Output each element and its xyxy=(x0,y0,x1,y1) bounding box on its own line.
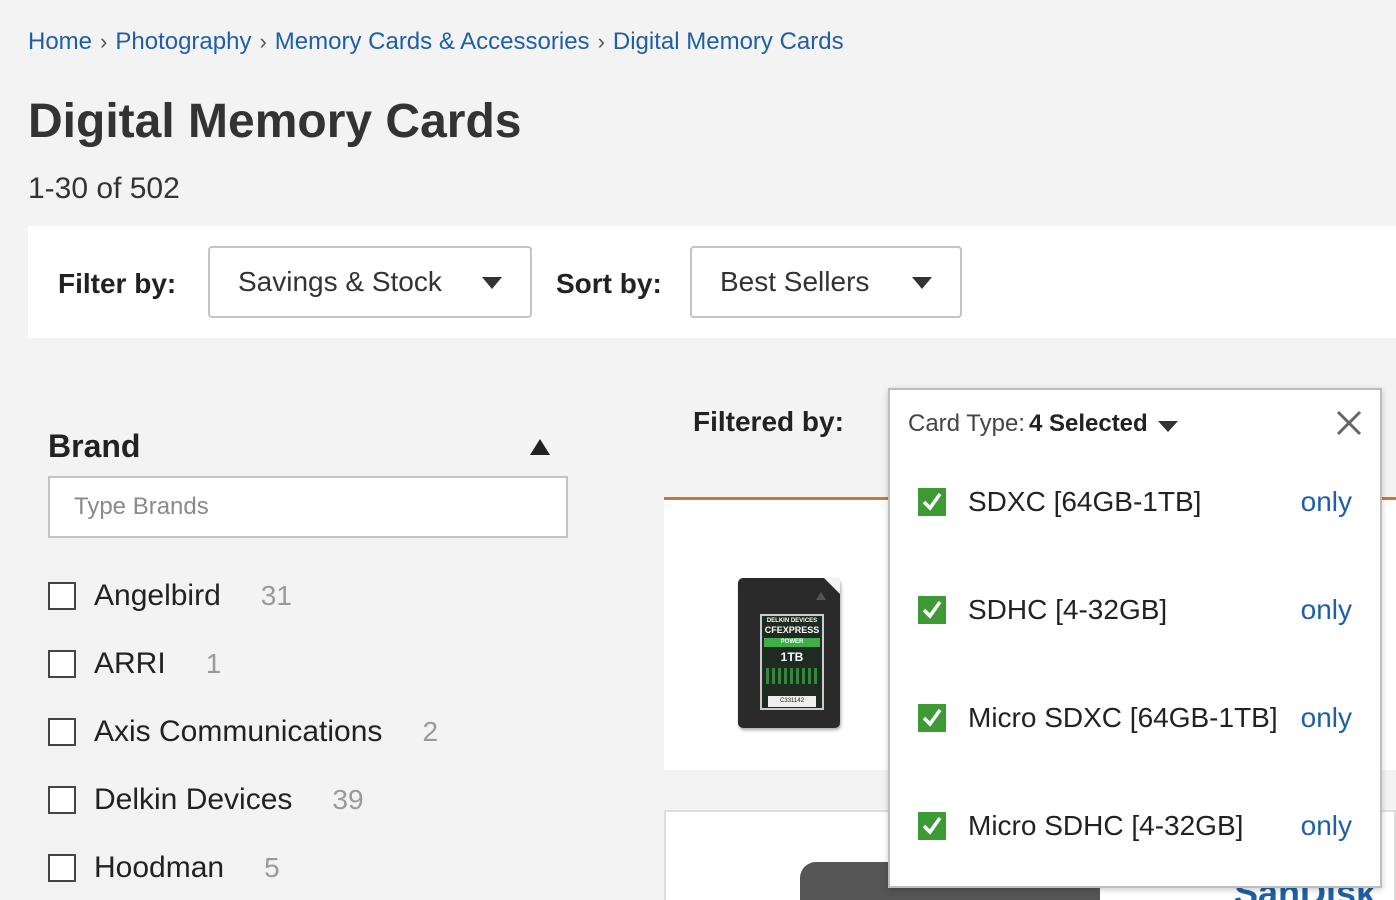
filter-select[interactable]: Savings & Stock xyxy=(208,246,532,318)
brand-filter-arri[interactable]: ARRI 1 xyxy=(48,644,221,684)
option-label[interactable]: SDXC [64GB-1TB] xyxy=(968,486,1201,518)
breadcrumb-memory-cards-accessories[interactable]: Memory Cards & Accessories xyxy=(275,28,590,56)
card-type-dropdown-toggle[interactable]: Card Type: 4 Selected xyxy=(908,410,1178,438)
brand-name: ARRI xyxy=(94,647,166,680)
chevron-down-icon xyxy=(1157,420,1178,432)
brand-search-input[interactable] xyxy=(48,476,568,538)
brand-name: Angelbird xyxy=(94,579,221,612)
card-notch xyxy=(824,578,840,594)
brand-checkbox[interactable] xyxy=(48,582,76,610)
card-type-option-sdxc: SDXC [64GB-1TB] only xyxy=(918,482,1358,522)
only-link[interactable]: only xyxy=(1301,702,1352,734)
card-type-selected-count: 4 Selected xyxy=(1028,410,1148,437)
card-capacity: 1TB xyxy=(780,650,804,664)
card-type-filter-popover: Card Type: 4 Selected SDXC [64GB-1TB] on… xyxy=(888,388,1382,888)
brand-filter-delkin-devices[interactable]: Delkin Devices 39 xyxy=(48,780,364,820)
sort-select[interactable]: Best Sellers xyxy=(690,246,962,318)
option-label[interactable]: SDHC [4-32GB] xyxy=(968,594,1167,626)
brand-checkbox[interactable] xyxy=(48,650,76,678)
page-title: Digital Memory Cards xyxy=(28,95,522,148)
brand-filter-angelbird[interactable]: Angelbird 31 xyxy=(48,576,292,616)
chevron-down-icon xyxy=(912,277,932,289)
only-link[interactable]: only xyxy=(1301,594,1352,626)
breadcrumb-photography[interactable]: Photography xyxy=(115,28,251,56)
brand-filter-hoodman[interactable]: Hoodman 5 xyxy=(48,848,280,888)
brand-checkbox[interactable] xyxy=(48,786,76,814)
card-manufacturer: DELKIN DEVICES xyxy=(766,618,818,624)
collapse-caret-icon[interactable] xyxy=(530,439,550,455)
card-arrow-icon xyxy=(816,592,826,600)
brand-count: 2 xyxy=(422,716,439,747)
card-label: DELKIN DEVICES CFEXPRESS POWER 1TB C3311… xyxy=(760,614,824,710)
brand-name: Hoodman xyxy=(94,851,225,884)
sort-by-label: Sort by: xyxy=(556,268,662,299)
checkbox-checked[interactable] xyxy=(918,488,946,516)
breadcrumb-digital-memory-cards[interactable]: Digital Memory Cards xyxy=(613,28,844,56)
brand-name: Delkin Devices xyxy=(94,783,293,816)
card-type-label: Card Type: xyxy=(908,410,1025,437)
chevron-down-icon xyxy=(482,277,502,289)
card-type-option-micro-sdxc: Micro SDXC [64GB-1TB] only xyxy=(918,698,1358,738)
only-link[interactable]: only xyxy=(1301,810,1352,842)
checkmark-icon xyxy=(922,600,942,619)
option-label[interactable]: Micro SDXC [64GB-1TB] xyxy=(968,702,1278,734)
brand-checkbox[interactable] xyxy=(48,718,76,746)
card-serial: C331142 xyxy=(768,696,816,707)
product-image-cfexpress-card[interactable]: DELKIN DEVICES CFEXPRESS POWER 1TB C3311… xyxy=(738,578,840,728)
breadcrumb: Home › Photography › Memory Cards & Acce… xyxy=(28,28,844,56)
only-link[interactable]: only xyxy=(1301,486,1352,518)
filter-sort-bar: Filter by: Savings & Stock Sort by: Best… xyxy=(28,226,1396,338)
filter-select-value: Savings & Stock xyxy=(238,266,442,297)
breadcrumb-home[interactable]: Home xyxy=(28,28,92,56)
brand-filter-axis-communications[interactable]: Axis Communications 2 xyxy=(48,712,438,752)
option-label[interactable]: Micro SDHC [4-32GB] xyxy=(968,810,1243,842)
breadcrumb-separator: › xyxy=(259,29,267,54)
checkbox-checked[interactable] xyxy=(918,596,946,624)
card-line: POWER xyxy=(764,638,820,647)
breadcrumb-separator: › xyxy=(597,29,605,54)
checkmark-icon xyxy=(922,816,942,835)
brand-checkbox[interactable] xyxy=(48,854,76,882)
filtered-by-label: Filtered by: xyxy=(693,406,844,437)
close-icon[interactable] xyxy=(1334,408,1364,438)
checkbox-checked[interactable] xyxy=(918,704,946,732)
checkmark-icon xyxy=(922,492,942,511)
card-type-option-micro-sdhc: Micro SDHC [4-32GB] only xyxy=(918,806,1358,846)
brand-name: Axis Communications xyxy=(94,715,383,748)
filter-by-label: Filter by: xyxy=(58,268,177,299)
breadcrumb-separator: › xyxy=(100,29,108,54)
checkmark-icon xyxy=(922,708,942,727)
brand-count: 31 xyxy=(260,580,292,611)
card-type-option-sdhc: SDHC [4-32GB] only xyxy=(918,590,1358,630)
checkbox-checked[interactable] xyxy=(918,812,946,840)
brand-count: 1 xyxy=(205,648,222,679)
sort-select-value: Best Sellers xyxy=(720,266,870,297)
card-pattern xyxy=(766,668,818,684)
brand-count: 39 xyxy=(332,784,364,815)
result-count: 1-30 of 502 xyxy=(28,172,180,205)
card-format: CFEXPRESS xyxy=(764,625,820,635)
brand-count: 5 xyxy=(264,852,280,883)
brand-facet-heading: Brand xyxy=(48,428,141,464)
